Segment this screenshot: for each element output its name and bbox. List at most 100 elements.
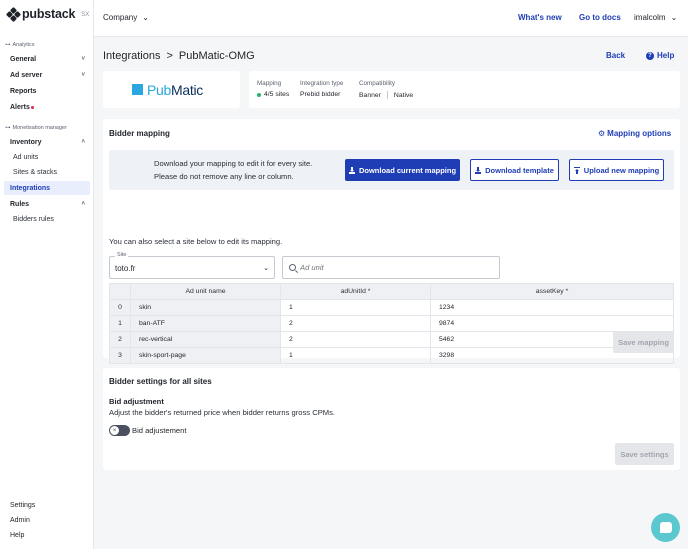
- save-mapping-button[interactable]: Save mapping: [613, 331, 674, 353]
- bid-adjustment-toggle[interactable]: ×: [109, 425, 130, 436]
- chat-launcher[interactable]: [651, 513, 680, 542]
- sidebar-item-admin[interactable]: Admin: [4, 513, 90, 527]
- upload-new-mapping-button[interactable]: Upload new mapping: [569, 159, 664, 181]
- help-icon: ?: [646, 51, 654, 60]
- ad-unit-id-cell[interactable]: 1: [280, 299, 431, 316]
- download-instructions: Download your mapping to edit it for eve…: [154, 159, 313, 181]
- sidebar-item-inventory[interactable]: Inventory ˄: [4, 135, 90, 149]
- alert-dot-icon: [30, 105, 34, 109]
- asset-key-cell[interactable]: 9874: [430, 315, 674, 332]
- column-header[interactable]: adUnitId *: [280, 283, 431, 300]
- close-icon: ×: [110, 426, 119, 435]
- bid-adjustment-description: Adjust the bidder's returned price when …: [109, 408, 335, 417]
- bid-adjustment-title: Bid adjustment: [109, 397, 164, 406]
- bid-adjustment-toggle-label: Bid adjustement: [132, 426, 187, 435]
- topbar: Company ⌄ What's new Go to docs imalcolm…: [94, 0, 688, 37]
- go-to-docs-link[interactable]: Go to docs: [579, 13, 621, 22]
- sidebar: pubstack SX ⊶ Analytics General ˅ Ad ser…: [0, 0, 94, 549]
- page-title: PubMatic-OMG: [178, 50, 255, 62]
- pubstack-logo-icon: [5, 6, 22, 22]
- sidebar-item-sites-stacks[interactable]: Sites & stacks: [4, 165, 90, 179]
- chevron-down-icon: ⌄: [263, 265, 269, 272]
- brand-name: pubstack: [22, 7, 76, 21]
- card-title: Bidder settings for all sites: [109, 377, 212, 386]
- chart-icon: ⊶: [5, 42, 11, 48]
- ad-unit-id-cell[interactable]: 2: [280, 331, 431, 348]
- chevron-up-icon: ˄: [81, 201, 85, 207]
- column-header: [109, 283, 131, 300]
- chevron-down-icon: ⌄: [142, 13, 149, 22]
- select-site-note: You can also select a site below to edit…: [109, 237, 283, 246]
- brand-tag: SX: [81, 11, 90, 18]
- coins-icon: ⊶: [5, 125, 11, 131]
- bidder-logo-text: PubMatic: [147, 81, 203, 98]
- bidder-settings-card: Bidder settings for all sites Bid adjust…: [103, 368, 680, 470]
- company-selector[interactable]: Company ⌄: [103, 13, 149, 22]
- column-header[interactable]: assetKey *: [430, 283, 674, 300]
- user-menu[interactable]: imalcolm ⌄: [634, 13, 677, 22]
- row-index: 3: [109, 347, 131, 364]
- card-title: Bidder mapping: [109, 129, 170, 138]
- sidebar-item-ad-server[interactable]: Ad server ˅: [4, 68, 90, 82]
- ad-unit-search-input[interactable]: [300, 263, 480, 272]
- sidebar-item-rules[interactable]: Rules ˄: [4, 197, 90, 211]
- sidebar-item-integrations[interactable]: Integrations: [4, 181, 90, 195]
- download-icon: [348, 166, 355, 174]
- mapping-table: Ad unit name adUnitId * assetKey * 0 ski…: [109, 283, 674, 364]
- section-monetisation: ⊶ Monetisation manager: [5, 125, 67, 131]
- download-panel: Download your mapping to edit it for eve…: [109, 150, 674, 190]
- table-row: 2 rec-vertical 2 5462: [109, 331, 674, 348]
- sidebar-item-settings[interactable]: Settings: [4, 498, 90, 512]
- main-content: Integrations > PubMatic-OMG Back ? Help …: [94, 37, 688, 549]
- sidebar-item-ad-units[interactable]: Ad units: [4, 150, 90, 164]
- pubmatic-logo-icon: [132, 84, 143, 95]
- ad-unit-id-cell[interactable]: 2: [280, 315, 431, 332]
- site-select[interactable]: Site toto.fr ⌄: [109, 252, 275, 279]
- compatibility-info: Compatibility Banner Native: [359, 80, 414, 99]
- chevron-down-icon: ⌄: [670, 13, 678, 22]
- help-link[interactable]: ? Help: [646, 51, 674, 60]
- download-icon: [475, 166, 482, 174]
- sidebar-item-alerts[interactable]: Alerts: [4, 100, 90, 114]
- ad-unit-id-cell[interactable]: 1: [280, 347, 431, 364]
- row-index: 2: [109, 331, 131, 348]
- section-analytics: ⊶ Analytics: [5, 42, 35, 48]
- chevron-down-icon: ˅: [81, 72, 85, 78]
- upload-icon: [574, 167, 580, 174]
- bidder-logo-card: PubMatic: [103, 71, 240, 108]
- sidebar-item-general[interactable]: General ˅: [4, 52, 90, 66]
- settings-icon: ⚙: [598, 129, 606, 138]
- download-current-mapping-button[interactable]: Download current mapping: [345, 159, 460, 181]
- breadcrumb-separator: >: [166, 50, 173, 62]
- table-row: 0 skin 1 1234: [109, 299, 674, 316]
- site-select-label: Site: [115, 252, 129, 258]
- table-row: 1 ban-ATF 2 9874: [109, 315, 674, 332]
- status-dot-icon: [257, 92, 261, 97]
- download-template-button[interactable]: Download template: [470, 159, 559, 181]
- sidebar-item-bidders-rules[interactable]: Bidders rules: [4, 212, 90, 226]
- bidder-mapping-card: Bidder mapping ⚙ Mapping options Downloa…: [103, 119, 680, 364]
- mapping-options-button[interactable]: ⚙ Mapping options: [598, 129, 671, 138]
- sidebar-item-reports[interactable]: Reports: [4, 84, 90, 98]
- ad-unit-name-cell: rec-vertical: [130, 331, 281, 348]
- ad-unit-name-cell: skin: [130, 299, 281, 316]
- chevron-up-icon: ˄: [81, 139, 85, 145]
- chat-icon: [659, 522, 672, 533]
- breadcrumb: Integrations > PubMatic-OMG: [103, 50, 255, 62]
- site-select-value: toto.fr: [115, 264, 136, 273]
- table-row: 3 skin-sport-page 1 3298: [109, 347, 674, 364]
- ad-unit-search[interactable]: [282, 256, 500, 279]
- asset-key-cell[interactable]: 1234: [430, 299, 674, 316]
- breadcrumb-integrations[interactable]: Integrations: [103, 50, 160, 62]
- row-index: 0: [109, 299, 131, 316]
- save-settings-button[interactable]: Save settings: [615, 443, 674, 465]
- whats-new-link[interactable]: What's new: [518, 13, 562, 22]
- row-index: 1: [109, 315, 131, 332]
- search-icon: [289, 264, 296, 271]
- column-header[interactable]: Ad unit name: [130, 283, 281, 300]
- sidebar-item-help[interactable]: Help: [4, 528, 90, 542]
- bidder-info-card: Mapping 4/5 sites Integration type Prebi…: [249, 71, 680, 108]
- brand-logo[interactable]: pubstack SX: [5, 6, 90, 22]
- chevron-down-icon: ˅: [81, 56, 85, 62]
- back-link[interactable]: Back: [606, 51, 625, 60]
